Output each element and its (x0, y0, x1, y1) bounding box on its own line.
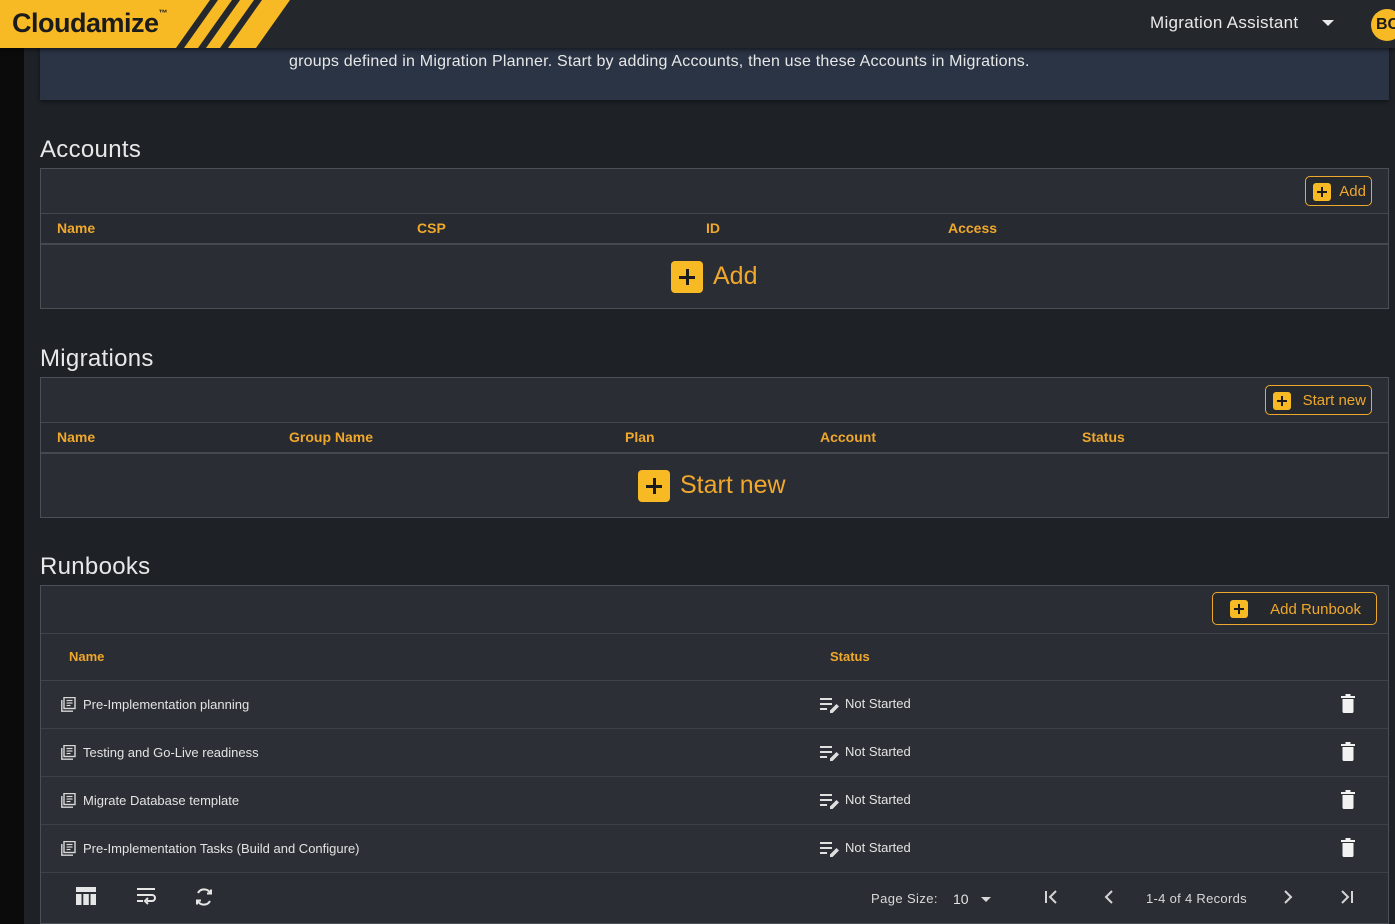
trash-icon[interactable] (1341, 694, 1355, 716)
first-page-icon[interactable] (1044, 890, 1060, 907)
column-header: CSP (417, 220, 446, 236)
add-account-large-label: Add (713, 262, 758, 290)
start-new-migration-button[interactable]: Start new (1265, 385, 1372, 415)
library-books-icon (61, 841, 76, 856)
edit-note-icon (820, 794, 839, 809)
avatar[interactable]: BC (1371, 9, 1395, 41)
edit-note-icon (820, 698, 839, 713)
column-header: ID (706, 220, 720, 236)
previous-page-icon[interactable] (1103, 890, 1115, 907)
refresh-icon[interactable] (194, 887, 214, 910)
add-account-button[interactable]: Add (1305, 176, 1372, 206)
app-selector[interactable]: Migration Assistant (1150, 13, 1298, 33)
runbook-name[interactable]: Testing and Go-Live readiness (83, 745, 259, 760)
column-header: Access (948, 220, 998, 236)
edit-note-icon (820, 842, 839, 857)
migrations-header-row: Name Group Name Plan Account Status (41, 422, 1388, 454)
runbooks-toolbar: Add Runbook (41, 586, 1388, 633)
add-runbook-button[interactable]: Add Runbook (1212, 592, 1377, 625)
table-row[interactable]: Testing and Go-Live readiness Not Starte… (41, 729, 1388, 777)
start-new-migration-large-button[interactable]: Start new (638, 470, 803, 502)
library-books-icon (61, 697, 76, 712)
trash-icon[interactable] (1341, 838, 1355, 860)
table-row[interactable]: Pre-Implementation Tasks (Build and Conf… (41, 825, 1388, 873)
start-new-large-label: Start new (680, 471, 786, 499)
runbook-name[interactable]: Pre-Implementation planning (83, 697, 249, 712)
records-count: 1-4 of 4 Records (1146, 891, 1247, 906)
accounts-empty-row: Add (41, 245, 1388, 308)
accounts-table: Add Name CSP ID Access Add (40, 168, 1389, 309)
runbooks-title: Runbooks (40, 553, 151, 580)
column-header[interactable]: Name (69, 649, 104, 664)
next-page-icon[interactable] (1282, 890, 1294, 907)
accounts-toolbar: Add (41, 169, 1388, 213)
migrations-title: Migrations (40, 345, 154, 372)
runbook-status: Not Started (845, 696, 911, 711)
chevron-down-icon[interactable] (981, 897, 991, 902)
trash-icon[interactable] (1341, 742, 1355, 764)
page-size-label: Page Size: (871, 891, 938, 906)
library-books-icon (61, 793, 76, 808)
column-header: Status (1082, 429, 1125, 445)
migrations-table: Start new Name Group Name Plan Account S… (40, 377, 1389, 518)
chevron-down-icon[interactable] (1322, 20, 1334, 26)
plus-icon (1313, 183, 1331, 201)
add-runbook-label: Add Runbook (1270, 601, 1361, 618)
column-header: Plan (625, 429, 655, 445)
runbook-name[interactable]: Pre-Implementation Tasks (Build and Conf… (83, 841, 360, 856)
column-header: Group Name (289, 429, 374, 445)
left-sidebar-strip (0, 0, 24, 924)
column-header: Account (820, 429, 876, 445)
runbooks-footer: Page Size: 10 1-4 of 4 Records (41, 873, 1388, 923)
plus-icon (1230, 600, 1248, 618)
page-size-select[interactable]: 10 (953, 891, 969, 907)
plus-icon (638, 470, 670, 502)
migrations-empty-row: Start new (41, 454, 1388, 517)
runbook-status: Not Started (845, 744, 911, 759)
column-header: Name (57, 429, 96, 445)
add-account-label: Add (1339, 183, 1366, 200)
accounts-title: Accounts (40, 136, 142, 163)
runbooks-header-row: Name Status (41, 633, 1388, 681)
logo[interactable]: Cloudamize™ (0, 0, 290, 48)
runbooks-table: Add Runbook Name Status Pre-Implementati… (40, 585, 1389, 924)
logo-text: Cloudamize™ (12, 8, 168, 38)
last-page-icon[interactable] (1338, 890, 1354, 907)
library-books-icon (61, 745, 76, 760)
column-header[interactable]: Status (830, 649, 870, 664)
columns-icon[interactable] (76, 887, 96, 908)
runbook-status: Not Started (845, 840, 911, 855)
migrations-toolbar: Start new (41, 378, 1388, 422)
runbook-status: Not Started (845, 792, 911, 807)
plus-icon (1273, 392, 1291, 410)
trash-icon[interactable] (1341, 790, 1355, 812)
edit-note-icon (820, 746, 839, 761)
top-bar: Cloudamize™ Migration Assistant BC (0, 0, 1395, 48)
column-header: Name (57, 220, 96, 236)
start-new-label: Start new (1302, 392, 1366, 409)
wrap-text-icon[interactable] (137, 887, 157, 908)
plus-icon (671, 261, 703, 293)
add-account-large-button[interactable]: Add (671, 261, 771, 293)
table-row[interactable]: Pre-Implementation planning Not Started (41, 681, 1388, 729)
runbook-name[interactable]: Migrate Database template (83, 793, 239, 808)
table-row[interactable]: Migrate Database template Not Started (41, 777, 1388, 825)
banner-text: groups defined in Migration Planner. Sta… (289, 53, 1030, 70)
accounts-header-row: Name CSP ID Access (41, 213, 1388, 245)
